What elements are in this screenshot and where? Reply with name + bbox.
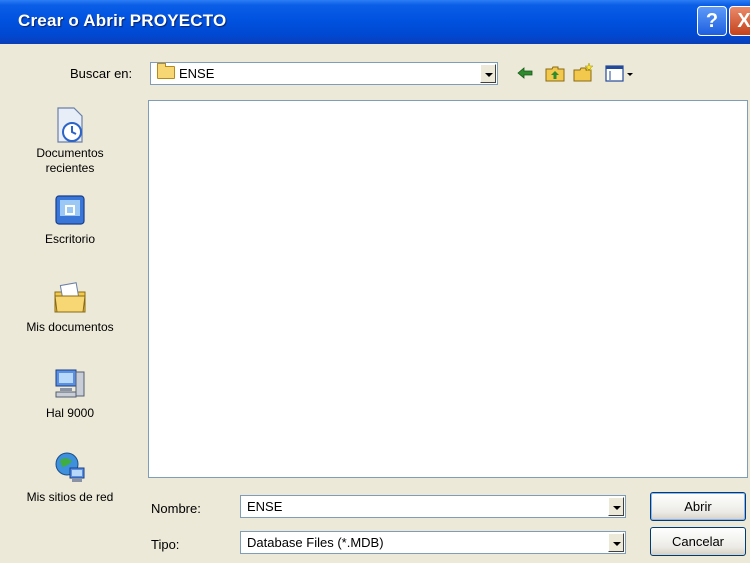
- filename-value: ENSE: [247, 499, 283, 514]
- lookin-value: ENSE: [179, 66, 215, 81]
- view-menu-icon[interactable]: [604, 62, 636, 84]
- filename-dropdown-button[interactable]: [608, 497, 624, 516]
- place-network[interactable]: Mis sitios de red: [0, 450, 140, 505]
- file-dialog: Crear o Abrir PROYECTO ? X Buscar en: EN…: [0, 0, 750, 563]
- place-label: Hal 9000: [45, 406, 95, 420]
- file-list[interactable]: [148, 100, 748, 478]
- folder-icon: [157, 63, 175, 79]
- open-button[interactable]: Abrir: [650, 492, 746, 521]
- close-icon: X: [737, 10, 750, 32]
- lookin-combo[interactable]: ENSE: [150, 62, 498, 85]
- desktop-icon: [52, 192, 88, 228]
- place-label: Mis documentos: [26, 320, 114, 334]
- help-icon: ?: [705, 10, 719, 32]
- filetype-label: Tipo:: [151, 537, 180, 552]
- filetype-select[interactable]: Database Files (*.MDB): [240, 531, 626, 554]
- lookin-label: Buscar en:: [70, 66, 133, 81]
- place-label: Mis sitios de red: [26, 490, 114, 504]
- filename-label: Nombre:: [151, 501, 201, 516]
- filename-combo[interactable]: ENSE: [240, 495, 626, 518]
- up-folder-icon[interactable]: [544, 62, 566, 84]
- my-computer-icon: [52, 366, 88, 402]
- lookin-dropdown-button[interactable]: [480, 64, 496, 83]
- place-label: Escritorio: [44, 232, 95, 246]
- title-bar[interactable]: Crear o Abrir PROYECTO ? X: [0, 0, 750, 44]
- close-button[interactable]: X: [729, 6, 750, 36]
- filetype-value: Database Files (*.MDB): [247, 535, 384, 550]
- network-places-icon: [52, 450, 88, 486]
- place-recent-documents[interactable]: Documentos recientes: [0, 106, 140, 176]
- places-bar: Documentos recientes Escritorio Mis docu…: [0, 100, 140, 518]
- place-my-documents[interactable]: Mis documentos: [0, 280, 140, 335]
- filetype-dropdown-button[interactable]: [608, 533, 624, 552]
- place-desktop[interactable]: Escritorio: [0, 192, 140, 247]
- place-my-computer[interactable]: Hal 9000: [0, 366, 140, 421]
- new-folder-icon[interactable]: [572, 62, 594, 84]
- cancel-button[interactable]: Cancelar: [650, 527, 746, 556]
- place-label-line1: Documentos: [36, 146, 104, 160]
- back-arrow-icon[interactable]: [514, 62, 536, 84]
- place-label-line2: recientes: [45, 161, 95, 175]
- my-documents-icon: [52, 280, 88, 316]
- help-button[interactable]: ?: [697, 6, 727, 36]
- recent-documents-icon: [52, 106, 88, 143]
- window-title: Crear o Abrir PROYECTO: [18, 11, 227, 30]
